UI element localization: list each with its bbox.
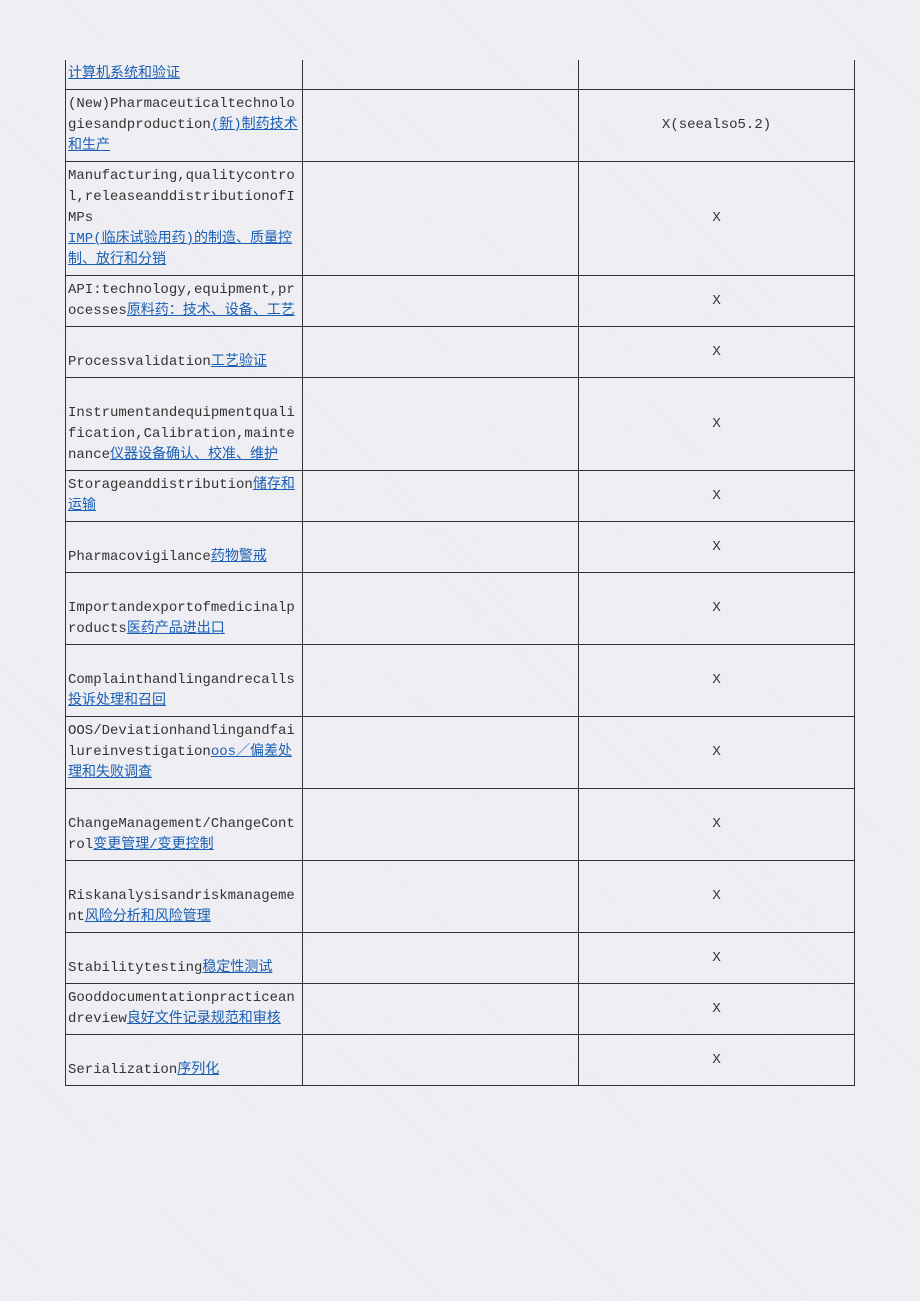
table-row: API:technology,equipment,processes原料药：技术… (66, 276, 855, 327)
middle-cell (303, 162, 579, 276)
training-topics-table: 计算机系统和验证 (New)Pharmaceuticaltechnologiesa… (65, 60, 855, 1086)
mark-cell: X (579, 984, 855, 1035)
mark-cell (579, 60, 855, 90)
topic-cell: (New)Pharmaceuticaltechnologiesandproduc… (66, 90, 303, 162)
topic-cn: 计算机系统和验证 (68, 66, 180, 82)
middle-cell (303, 522, 579, 573)
topic-en: Stabilitytesting (68, 960, 202, 976)
mark-cell: X (579, 789, 855, 861)
topic-cell: Instrumentandequipmentqualification,Cali… (66, 378, 303, 471)
mark-cell: X(seealso5.2) (579, 90, 855, 162)
table-row: Importandexportofmedicinalproducts医药产品进出… (66, 573, 855, 645)
topic-cn: 仪器设备确认、校准、维护 (110, 447, 278, 463)
topic-en: Storageanddistribution (68, 477, 253, 493)
topic-cell: Manufacturing,qualitycontrol,releaseandd… (66, 162, 303, 276)
mark-cell: X (579, 276, 855, 327)
topic-en: Serialization (68, 1062, 177, 1078)
topic-cell: Serialization序列化 (66, 1035, 303, 1086)
table-row: Instrumentandequipmentqualification,Cali… (66, 378, 855, 471)
topic-cell: API:technology,equipment,processes原料药：技术… (66, 276, 303, 327)
middle-cell (303, 327, 579, 378)
middle-cell (303, 276, 579, 327)
topic-cn: 稳定性测试 (202, 960, 272, 976)
mark-cell: X (579, 573, 855, 645)
topic-cell: Pharmacovigilance药物警戒 (66, 522, 303, 573)
topic-cell: Importandexportofmedicinalproducts医药产品进出… (66, 573, 303, 645)
middle-cell (303, 933, 579, 984)
middle-cell (303, 861, 579, 933)
table-row: Serialization序列化 X (66, 1035, 855, 1086)
topic-cn: 良好文件记录规范和审核 (127, 1011, 281, 1027)
topic-cn: 序列化 (177, 1062, 219, 1078)
mark-cell: X (579, 471, 855, 522)
topic-cn: 医药产品进出口 (127, 621, 225, 637)
mark-cell: X (579, 162, 855, 276)
table-row: OOS/Deviationhandlingandfailureinvestiga… (66, 717, 855, 789)
table-row: Riskanalysisandriskmanagement风险分析和风险管理 X (66, 861, 855, 933)
topic-en: Pharmacovigilance (68, 549, 211, 565)
table-row: ChangeManagement/ChangeControl变更管理/变更控制 X (66, 789, 855, 861)
mark-cell: X (579, 717, 855, 789)
table-row: Processvalidation工艺验证 X (66, 327, 855, 378)
middle-cell (303, 573, 579, 645)
middle-cell (303, 789, 579, 861)
table-row: Pharmacovigilance药物警戒 X (66, 522, 855, 573)
mark-cell: X (579, 1035, 855, 1086)
middle-cell (303, 378, 579, 471)
topic-cn: 原料药：技术、设备、工艺 (127, 303, 295, 319)
mark-cell: X (579, 378, 855, 471)
topic-cell: Complainthandlingandrecalls 投诉处理和召回 (66, 645, 303, 717)
table-row: Complainthandlingandrecalls 投诉处理和召回 X (66, 645, 855, 717)
topic-en: Manufacturing,qualitycontrol,releaseandd… (68, 168, 295, 226)
mark-cell: X (579, 645, 855, 717)
middle-cell (303, 984, 579, 1035)
topic-cell: Stabilitytesting稳定性测试 (66, 933, 303, 984)
topic-cell: Gooddocumentationpracticeandreview良好文件记录… (66, 984, 303, 1035)
middle-cell (303, 471, 579, 522)
table-row: Manufacturing,qualitycontrol,releaseandd… (66, 162, 855, 276)
topic-cn: 投诉处理和召回 (68, 693, 166, 709)
table-row: Gooddocumentationpracticeandreview良好文件记录… (66, 984, 855, 1035)
mark-cell: X (579, 327, 855, 378)
middle-cell (303, 60, 579, 90)
topic-cn: IMP(临床试验用药)的制造、质量控制、放行和分销 (68, 231, 292, 268)
topic-cell: Riskanalysisandriskmanagement风险分析和风险管理 (66, 861, 303, 933)
topic-cell: 计算机系统和验证 (66, 60, 303, 90)
table-row: Storageanddistribution储存和运输 X (66, 471, 855, 522)
middle-cell (303, 1035, 579, 1086)
topic-cn: 风险分析和风险管理 (85, 909, 211, 925)
middle-cell (303, 645, 579, 717)
mark-cell: X (579, 861, 855, 933)
topic-cell: Processvalidation工艺验证 (66, 327, 303, 378)
topic-en: Complainthandlingandrecalls (68, 672, 295, 688)
mark-cell: X (579, 522, 855, 573)
topic-cn: 工艺验证 (211, 354, 267, 370)
middle-cell (303, 90, 579, 162)
mark-cell: X (579, 933, 855, 984)
topic-cell: Storageanddistribution储存和运输 (66, 471, 303, 522)
table-row: 计算机系统和验证 (66, 60, 855, 90)
topic-cell: OOS/Deviationhandlingandfailureinvestiga… (66, 717, 303, 789)
topic-cn: 药物警戒 (211, 549, 267, 565)
topic-en: Processvalidation (68, 354, 211, 370)
topic-cn: 变更管理/变更控制 (93, 837, 213, 853)
table-row: Stabilitytesting稳定性测试 X (66, 933, 855, 984)
table-row: (New)Pharmaceuticaltechnologiesandproduc… (66, 90, 855, 162)
middle-cell (303, 717, 579, 789)
topic-cell: ChangeManagement/ChangeControl变更管理/变更控制 (66, 789, 303, 861)
